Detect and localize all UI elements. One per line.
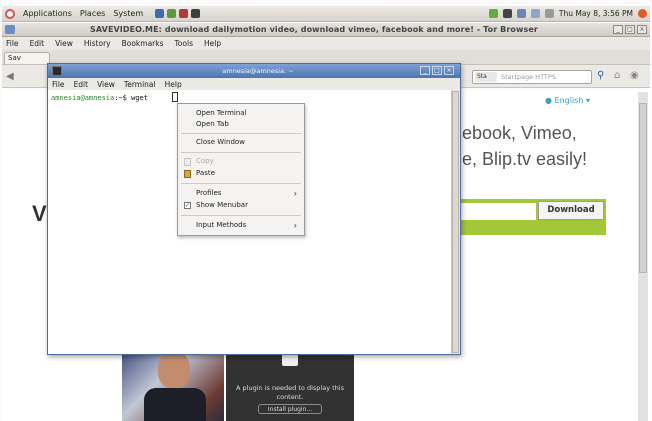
web-browser-launcher-icon[interactable]: [155, 9, 165, 18]
search-placeholder: Startpage HTTPS: [501, 73, 556, 81]
panel-tray: Thu May 8, 3:56 PM: [488, 9, 650, 18]
page-headline: ebook, Vimeo, e, Blip.tv easily!: [462, 120, 632, 172]
terminal-tray-icon[interactable]: [502, 9, 512, 18]
thumbnail-face: [158, 351, 190, 389]
gnome-logo-icon[interactable]: [5, 8, 15, 19]
ctx-input-methods[interactable]: Input Methods ›: [179, 220, 303, 231]
terminal-minimize-button[interactable]: _: [420, 66, 430, 75]
shutdown-icon[interactable]: [638, 9, 647, 18]
menu-view[interactable]: View: [55, 39, 73, 48]
applications-menu[interactable]: Applications: [23, 9, 72, 18]
submenu-arrow-icon: ›: [293, 221, 297, 230]
ctx-close-window[interactable]: Close Window: [179, 137, 303, 148]
ctx-separator: [181, 133, 301, 134]
ctx-copy-label: Copy: [196, 157, 214, 165]
browser-maximize-button[interactable]: □: [625, 25, 635, 34]
terminal-titlebar: amnesia@amnesia: ~ _ □ ×: [48, 64, 460, 78]
ctx-paste-label: Paste: [196, 169, 215, 177]
language-selector[interactable]: ● English ▾: [545, 96, 590, 105]
ctx-open-terminal-label: Open Terminal: [196, 109, 247, 117]
prompt-command: :~$ wget: [114, 94, 153, 102]
ctx-input-methods-label: Input Methods: [196, 221, 247, 229]
browser-minimize-button[interactable]: _: [613, 25, 623, 34]
terminal-launcher-icon[interactable]: [191, 9, 201, 18]
panel-clock[interactable]: Thu May 8, 3:56 PM: [559, 9, 633, 18]
copy-icon: [184, 158, 191, 166]
download-button[interactable]: Download: [538, 201, 604, 220]
browser-window-title: SAVEVIDEO.ME: download dailymotion video…: [90, 25, 538, 34]
ctx-show-menubar-label: Show Menubar: [196, 201, 248, 209]
site-logo: V: [32, 201, 47, 226]
ctx-profiles-label: Profiles: [196, 189, 222, 197]
network-icon[interactable]: [530, 9, 540, 18]
terminal-prompt: amnesia@amnesia:~$ wget: [51, 94, 152, 102]
browser-close-button[interactable]: ×: [637, 25, 647, 34]
menu-tools[interactable]: Tools: [175, 39, 193, 48]
ctx-copy[interactable]: Copy: [179, 156, 303, 167]
ctx-profiles[interactable]: Profiles ›: [179, 188, 303, 199]
terminal-close-button[interactable]: ×: [444, 66, 454, 75]
thumbnail-shirt: [144, 388, 206, 421]
terminal-menubar: File Edit View Terminal Help: [48, 78, 460, 90]
browser-window-controls: _ □ ×: [613, 25, 650, 34]
menu-edit[interactable]: Edit: [30, 39, 45, 48]
paste-icon: [184, 170, 191, 178]
terminal-title: amnesia@amnesia: ~: [222, 67, 294, 75]
panel-launchers: [155, 9, 201, 18]
menu-file[interactable]: File: [6, 39, 19, 48]
ctx-open-tab[interactable]: Open Tab: [179, 119, 303, 130]
plugin-message: A plugin is needed to display this conte…: [236, 384, 344, 401]
menu-bookmarks[interactable]: Bookmarks: [122, 39, 164, 48]
terminal-menu-file[interactable]: File: [52, 80, 65, 89]
ctx-open-terminal[interactable]: Open Terminal: [179, 108, 303, 119]
browser-window-icon: [5, 25, 15, 34]
video-url-input[interactable]: [456, 203, 536, 220]
clipboard-icon[interactable]: [516, 9, 526, 18]
headline-line-2: e, Blip.tv easily!: [462, 149, 588, 169]
install-plugin-button[interactable]: Install plugin...: [258, 404, 322, 414]
terminal-cursor: [172, 92, 178, 102]
places-menu[interactable]: Places: [80, 9, 105, 18]
ctx-show-menubar[interactable]: ✓ Show Menubar: [179, 200, 303, 211]
volume-icon[interactable]: [544, 9, 554, 18]
tor-status-icon[interactable]: [488, 9, 498, 18]
browser-tab[interactable]: Sav: [4, 52, 50, 64]
checkbox-checked-icon: ✓: [184, 202, 191, 209]
ctx-separator: [181, 183, 301, 184]
prompt-user: amnesia@amnesia: [51, 94, 115, 102]
terminal-menu-view[interactable]: View: [97, 80, 115, 89]
ctx-open-tab-label: Open Tab: [196, 120, 229, 128]
browser-titlebar: SAVEVIDEO.ME: download dailymotion video…: [2, 23, 650, 37]
chat-launcher-icon[interactable]: [179, 9, 189, 18]
terminal-scrollbar-thumb[interactable]: [452, 91, 459, 353]
terminal-menu-terminal[interactable]: Terminal: [124, 80, 156, 89]
ctx-paste[interactable]: Paste: [179, 168, 303, 179]
terminal-menu-help[interactable]: Help: [165, 80, 182, 89]
page-scrollbar-thumb[interactable]: [639, 103, 647, 273]
terminal-maximize-button[interactable]: □: [432, 66, 442, 75]
browser-menubar: File Edit View History Bookmarks Tools H…: [2, 37, 650, 50]
terminal-context-menu: Open Terminal Open Tab Close Window Copy…: [177, 103, 305, 236]
email-launcher-icon[interactable]: [167, 9, 177, 18]
ctx-separator: [181, 215, 301, 216]
menu-history[interactable]: History: [84, 39, 111, 48]
search-engine-selector[interactable]: Sta: [475, 72, 497, 82]
back-icon[interactable]: ◀: [6, 71, 14, 82]
tor-button-icon[interactable]: ◉: [630, 70, 639, 81]
system-menu[interactable]: System: [113, 9, 143, 18]
headline-line-1: ebook, Vimeo,: [462, 123, 577, 143]
panel-menus: Applications Places System: [2, 8, 201, 19]
terminal-window-icon: [52, 66, 62, 76]
submenu-arrow-icon: ›: [293, 189, 297, 198]
ctx-close-window-label: Close Window: [196, 138, 245, 146]
ctx-separator: [181, 152, 301, 153]
search-icon[interactable]: ⚲: [597, 70, 604, 81]
top-panel: Applications Places System Thu May 8, 3:…: [2, 6, 650, 22]
menu-help[interactable]: Help: [204, 39, 221, 48]
home-icon[interactable]: ⌂: [614, 70, 620, 81]
search-input[interactable]: Sta Startpage HTTPS: [472, 70, 592, 84]
browser-tab-label: Sav: [8, 54, 21, 62]
terminal-menu-edit[interactable]: Edit: [74, 80, 89, 89]
